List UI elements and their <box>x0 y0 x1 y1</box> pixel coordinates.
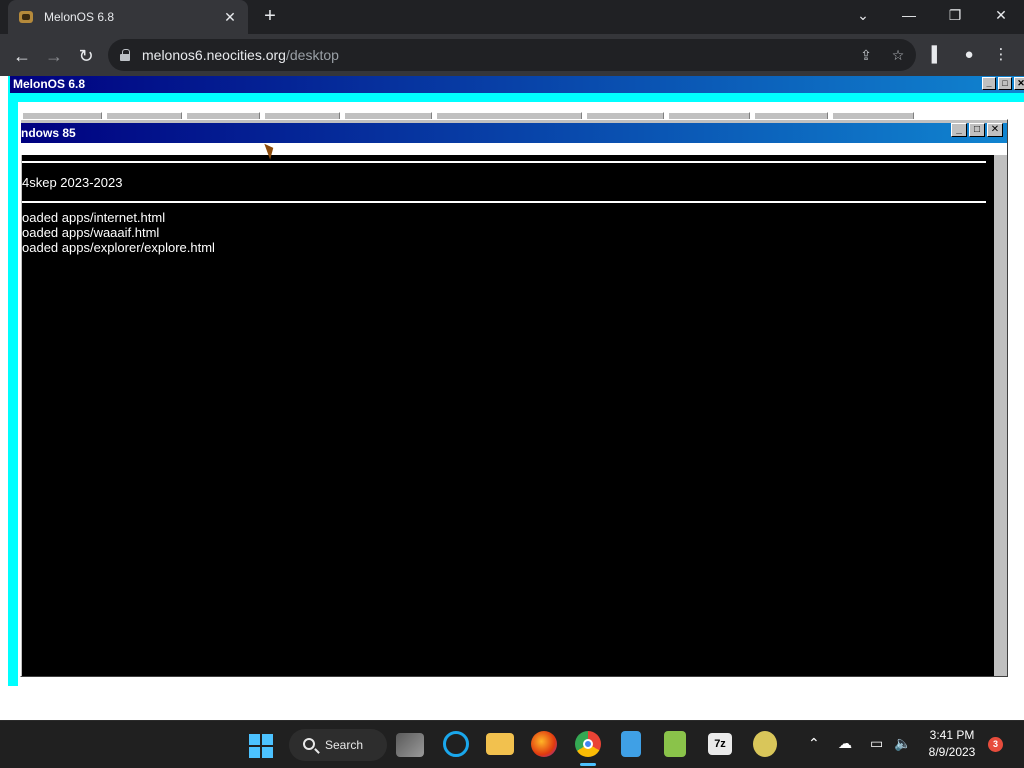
address-bar[interactable]: melonos6.neocities.org/desktop ⇪ ☆ <box>108 39 916 71</box>
page-viewport: MelonOS 6.8 _ □ ✕ ndows 85 _ □ ✕ 4skep 2… <box>0 76 1024 720</box>
win85-maximize-button[interactable]: □ <box>969 123 985 137</box>
notification-badge[interactable]: 3 <box>988 737 1003 752</box>
browser-tab[interactable]: MelonOS 6.8 ✕ <box>8 0 248 34</box>
win85-minimize-button[interactable]: _ <box>951 123 967 137</box>
notepad-icon[interactable] <box>621 731 641 757</box>
win85-menu-strip <box>21 143 1007 155</box>
melonos-titlebar[interactable]: MelonOS 6.8 _ □ ✕ <box>10 76 1024 93</box>
windows-85-window: ndows 85 _ □ ✕ 4skep 2023-2023 oaded app… <box>20 119 1008 677</box>
file-explorer-icon[interactable] <box>486 733 514 755</box>
browser-menu-icon[interactable]: ⋮ <box>990 44 1012 66</box>
close-window-button[interactable]: ✕ <box>978 0 1024 34</box>
network-icon[interactable]: ▭ <box>870 735 883 752</box>
restore-window-button[interactable]: ❐ <box>932 0 978 34</box>
cortana-icon[interactable] <box>443 731 469 757</box>
console-divider <box>22 161 986 163</box>
tab-close-icon[interactable]: ✕ <box>222 9 238 26</box>
search-icon <box>303 738 315 750</box>
boot-console: 4skep 2023-2023 oaded apps/internet.html… <box>22 155 994 676</box>
bookmark-star-icon[interactable]: ☆ <box>888 45 908 65</box>
melonos-title: MelonOS 6.8 <box>13 77 86 91</box>
task-view-icon[interactable] <box>396 733 424 757</box>
browser-toolbar: ← → ↻ melonos6.neocities.org/desktop ⇪ ☆… <box>0 34 1024 76</box>
chrome-center-icon <box>583 739 593 749</box>
side-panel-icon[interactable]: ▌ <box>926 44 948 66</box>
console-line: oaded apps/explorer/explore.html <box>22 240 215 255</box>
win85-close-button[interactable]: ✕ <box>987 123 1003 137</box>
start-windows-icon[interactable] <box>249 734 273 758</box>
tab-strip: MelonOS 6.8 ✕ + ⌄ — ❐ ✕ <box>0 0 1024 34</box>
melonos-maximize-button[interactable]: □ <box>998 77 1012 90</box>
windows-85-title: ndows 85 <box>21 126 76 140</box>
windows-85-titlebar[interactable]: ndows 85 <box>21 123 1007 143</box>
console-line: oaded apps/waaaif.html <box>22 225 160 240</box>
taskbar-search-button[interactable]: Search <box>289 729 387 761</box>
firefox-icon[interactable] <box>531 731 557 757</box>
reload-button[interactable]: ↻ <box>72 42 100 70</box>
lock-icon[interactable] <box>120 49 130 61</box>
bee-app-icon[interactable] <box>753 731 777 757</box>
console-divider <box>22 201 986 203</box>
tab-search-chevron-icon[interactable]: ⌄ <box>840 0 886 34</box>
console-line: oaded apps/internet.html <box>22 210 166 225</box>
clock-date[interactable]: 8/9/2023 <box>924 745 980 759</box>
active-app-indicator <box>580 763 596 766</box>
search-label: Search <box>325 738 364 752</box>
console-line: 4skep 2023-2023 <box>22 175 123 190</box>
melonos-minimize-button[interactable]: _ <box>982 77 996 90</box>
tray-overflow-chevron-icon[interactable]: ⌃ <box>808 735 820 752</box>
profile-avatar-icon[interactable]: ● <box>958 44 980 66</box>
forward-button[interactable]: → <box>40 42 68 70</box>
clock-time[interactable]: 3:41 PM <box>924 728 980 742</box>
minimize-window-button[interactable]: — <box>886 0 932 34</box>
7zip-icon[interactable]: 7z <box>708 733 732 755</box>
volume-icon[interactable]: 🔈 <box>894 735 911 752</box>
back-button[interactable]: ← <box>8 42 36 70</box>
new-tab-button[interactable]: + <box>258 4 282 28</box>
melonos-close-button[interactable]: ✕ <box>1014 77 1024 90</box>
cloud-offline-icon[interactable]: ☁ <box>838 735 852 752</box>
url-text[interactable]: melonos6.neocities.org/desktop <box>142 47 339 63</box>
melon-favicon-icon <box>18 9 34 25</box>
share-icon[interactable]: ⇪ <box>856 45 876 65</box>
tab-title: MelonOS 6.8 <box>44 10 115 24</box>
notepad-plus-plus-icon[interactable] <box>664 731 686 757</box>
windows-taskbar: Search 7z ⌃ ☁ ▭ 🔈 3:41 PM 8/9/2023 3 <box>0 720 1024 768</box>
